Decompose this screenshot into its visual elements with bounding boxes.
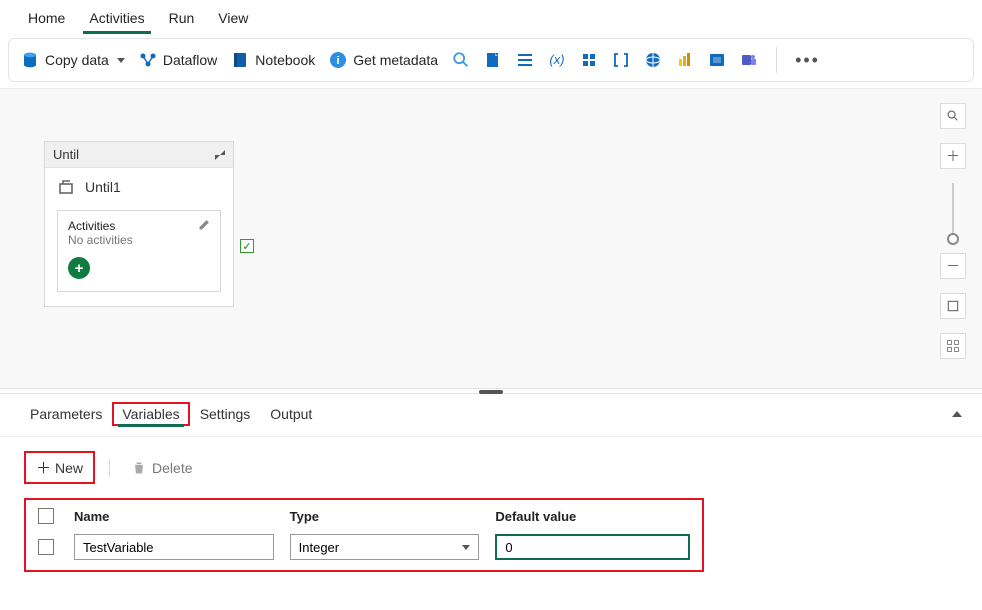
variables-panel: ＋ New Delete Name Type Default value Tes… (0, 437, 982, 586)
canvas-search-icon[interactable] (940, 103, 966, 129)
menu-run[interactable]: Run (157, 4, 207, 32)
activities-container: Activities No activities (57, 210, 221, 292)
tab-variables[interactable]: Variables (112, 402, 189, 426)
list-icon[interactable] (516, 51, 534, 69)
variable-default-input[interactable]: 0 (495, 534, 690, 560)
collapse-icon[interactable] (215, 150, 225, 160)
chevron-down-icon (462, 545, 470, 550)
fit-screen-button[interactable] (940, 293, 966, 319)
database-icon (21, 51, 39, 69)
new-label: New (55, 460, 83, 476)
delete-label: Delete (152, 460, 192, 476)
chevron-down-icon (117, 58, 125, 63)
layout-button[interactable] (940, 333, 966, 359)
notebook-icon (231, 51, 249, 69)
no-activities-label: No activities (68, 233, 210, 247)
trash-icon (132, 461, 146, 475)
properties-tabs: Parameters Variables Settings Output (0, 394, 982, 437)
col-header-name: Name (74, 509, 274, 534)
col-header-type: Type (290, 509, 480, 534)
until-card-header: Until (45, 142, 233, 168)
loop-icon (57, 178, 75, 196)
copy-data-button[interactable]: Copy data (21, 51, 125, 69)
outlook-icon[interactable] (708, 51, 726, 69)
table-row: TestVariable Integer 0 (38, 534, 690, 560)
menu-home[interactable]: Home (16, 4, 77, 32)
delete-variable-button[interactable]: Delete (124, 456, 200, 480)
tab-output[interactable]: Output (260, 402, 322, 426)
menu-view[interactable]: View (206, 4, 260, 32)
copy-data-label: Copy data (45, 52, 109, 68)
table-header-row: Name Type Default value (38, 508, 690, 534)
tab-settings[interactable]: Settings (190, 402, 261, 426)
zoom-slider-knob[interactable] (947, 233, 959, 245)
brackets-icon[interactable] (612, 51, 630, 69)
menu-activities[interactable]: Activities (77, 4, 156, 32)
top-menu: Home Activities Run View (0, 0, 982, 32)
azure-icon[interactable] (580, 51, 598, 69)
svg-text:(x): (x) (549, 52, 564, 67)
toolbar: Copy data Dataflow Notebook i Get metada… (8, 38, 974, 82)
dataflow-icon (139, 51, 157, 69)
pipeline-canvas[interactable]: Until Until1 Activities No activities (0, 88, 982, 388)
variable-type-select[interactable]: Integer (290, 534, 480, 560)
powerbi-icon[interactable] (676, 51, 694, 69)
get-metadata-button[interactable]: i Get metadata (329, 51, 438, 69)
select-all-checkbox[interactable] (38, 508, 54, 524)
variable-icon[interactable]: (x) (548, 51, 566, 69)
dataflow-button[interactable]: Dataflow (139, 51, 217, 69)
svg-text:i: i (337, 55, 340, 67)
until-activity-card[interactable]: Until Until1 Activities No activities (44, 141, 234, 307)
variable-name-input[interactable]: TestVariable (74, 534, 274, 560)
pencil-icon[interactable] (198, 217, 212, 231)
button-separator (109, 458, 110, 478)
get-metadata-label: Get metadata (353, 52, 438, 68)
search-icon[interactable] (452, 51, 470, 69)
collapse-panel-icon[interactable] (952, 411, 962, 417)
toolbar-separator (776, 47, 777, 73)
variables-table: Name Type Default value TestVariable Int… (24, 498, 704, 572)
tab-parameters[interactable]: Parameters (20, 402, 112, 426)
until-title[interactable]: Until1 (85, 179, 121, 195)
plus-icon: ＋ (36, 457, 51, 478)
activities-label: Activities (68, 219, 210, 233)
toolbar-wrap: Copy data Dataflow Notebook i Get metada… (0, 32, 982, 88)
teams-icon[interactable] (740, 51, 758, 69)
dataflow-label: Dataflow (163, 52, 217, 68)
panel-button-row: ＋ New Delete (24, 451, 958, 484)
row-checkbox[interactable] (38, 539, 54, 555)
zoom-slider[interactable] (952, 183, 954, 239)
info-icon: i (329, 51, 347, 69)
globe-icon[interactable] (644, 51, 662, 69)
new-variable-button[interactable]: ＋ New (24, 451, 95, 484)
add-activity-button[interactable] (68, 257, 90, 279)
until-card-body: Until1 Activities No activities (45, 168, 233, 306)
col-header-default: Default value (495, 509, 690, 534)
more-icon[interactable]: ••• (795, 50, 820, 71)
type-value: Integer (299, 540, 339, 555)
notebook-button[interactable]: Notebook (231, 51, 315, 69)
zoom-out-button[interactable]: － (940, 253, 966, 279)
validation-check-icon: ✓ (240, 239, 254, 253)
canvas-toolbox: ＋ － (940, 103, 966, 359)
script-icon[interactable] (484, 51, 502, 69)
until-header-label: Until (53, 147, 79, 162)
zoom-in-button[interactable]: ＋ (940, 143, 966, 169)
notebook-label: Notebook (255, 52, 315, 68)
